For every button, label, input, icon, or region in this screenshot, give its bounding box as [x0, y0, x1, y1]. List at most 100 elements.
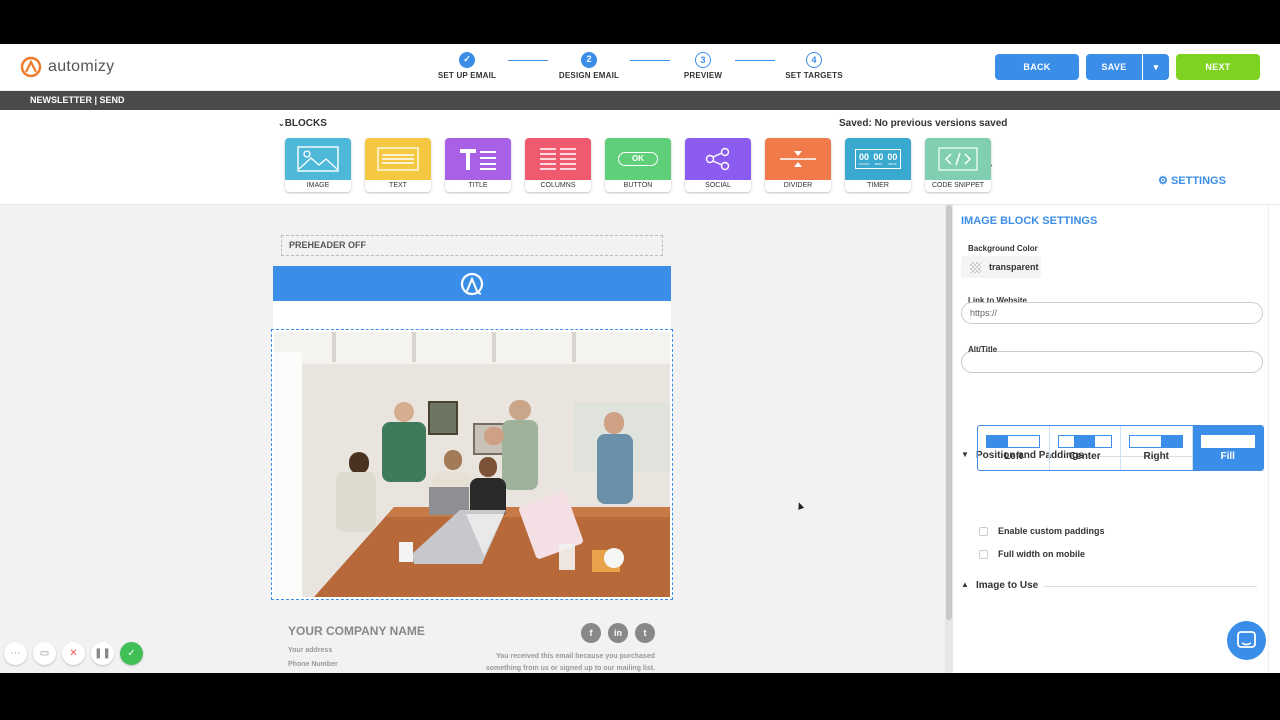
step-label: PREVIEW [683, 71, 723, 80]
position-left[interactable]: Left [978, 426, 1050, 470]
top-bar: automizy ✓ SET UP EMAIL 2 DESIGN EMAIL 3… [0, 44, 1280, 91]
scrollbar-thumb[interactable] [946, 205, 952, 620]
step-label: DESIGN EMAIL [558, 71, 620, 80]
alt-title-label: Alt/Title [968, 345, 998, 354]
settings-label: SETTINGS [1170, 175, 1226, 187]
page-scrollbar[interactable] [1268, 205, 1280, 673]
block-title[interactable]: TITLE [445, 138, 511, 192]
transparent-swatch-icon [970, 262, 981, 273]
preheader-toggle[interactable]: PREHEADER OFF [281, 235, 663, 256]
share-icon [685, 138, 751, 180]
settings-link[interactable]: ⚙ SETTINGS [1158, 174, 1226, 187]
custom-paddings-checkbox[interactable]: Enable custom paddings [979, 526, 1105, 537]
block-social[interactable]: SOCIAL [685, 138, 751, 192]
position-label: Fill [1220, 451, 1235, 462]
editor-frame: automizy ✓ SET UP EMAIL 2 DESIGN EMAIL 3… [0, 44, 1280, 673]
timer-unit: HOURS [858, 162, 870, 166]
delete-icon[interactable]: ✕ [62, 642, 85, 665]
chevron-up-icon: ▲ [961, 580, 969, 589]
confirm-icon[interactable]: ✓ [120, 642, 143, 665]
block-text[interactable]: TEXT [365, 138, 431, 192]
timer-mins: 00 [873, 152, 884, 162]
chevron-down-icon: ▼ [961, 450, 969, 459]
align-fill-icon [1200, 435, 1255, 448]
settings-panel: IMAGE BLOCK SETTINGS Background Color tr… [953, 205, 1280, 673]
alt-title-input[interactable] [961, 351, 1263, 373]
company-phone: Phone Number [288, 661, 338, 668]
email-header-block[interactable] [273, 266, 671, 301]
step-label: SET TARGETS [785, 71, 843, 80]
align-right-icon [1129, 435, 1184, 448]
timer-icon: 00 HOURS 00 MINS 00 SECS [845, 138, 911, 180]
position-label: Center [1068, 451, 1101, 462]
link-input[interactable]: https:// [961, 302, 1263, 324]
step-number: 3 [695, 52, 711, 68]
blocks-toggle[interactable]: ⌄BLOCKS [278, 118, 327, 129]
canvas-scrollbar[interactable] [945, 205, 953, 673]
email-canvas: PREHEADER OFF YOUR COMPANY NAME Your add… [0, 205, 945, 673]
image-section-header[interactable]: ▲ Image to Use [961, 580, 1257, 594]
team-photo [274, 332, 670, 597]
blocks-title: BLOCKS [284, 118, 327, 129]
footer-notice-line1: You received this email because you purc… [496, 653, 655, 660]
step-preview[interactable]: 3 PREVIEW [663, 52, 743, 80]
pause-icon[interactable]: ❚❚ [91, 642, 114, 665]
step-set-targets[interactable]: 4 SET TARGETS [774, 52, 854, 80]
code-icon [925, 138, 991, 180]
step-connector [508, 60, 548, 61]
text-icon [365, 138, 431, 180]
block-label: TITLE [468, 182, 488, 189]
block-label: TEXT [389, 182, 407, 189]
logo-text: automizy [48, 58, 115, 75]
chevron-down-icon: ⌄ [278, 119, 285, 128]
position-center[interactable]: Center [1050, 426, 1121, 470]
block-label: TIMER [867, 182, 889, 189]
position-label: Right [1143, 451, 1170, 462]
automizy-logo-icon [20, 56, 42, 78]
caret-down-icon: ▾ [1153, 62, 1159, 72]
linkedin-icon[interactable]: in [608, 623, 628, 643]
full-width-mobile-checkbox[interactable]: Full width on mobile [979, 549, 1085, 560]
chat-button[interactable] [1227, 621, 1266, 660]
image-block-selected[interactable] [271, 329, 673, 600]
position-fill[interactable]: Fill [1192, 426, 1263, 470]
next-button[interactable]: NEXT [1176, 54, 1260, 80]
block-columns[interactable]: COLUMNS [525, 138, 591, 192]
more-icon[interactable]: ⋯ [4, 642, 27, 665]
timer-unit: MINS [874, 162, 883, 166]
save-status: Saved: No previous versions saved [839, 118, 1008, 129]
logo[interactable]: automizy [20, 56, 114, 78]
save-button[interactable]: SAVE [1086, 54, 1142, 80]
image-icon [285, 138, 351, 180]
email-spacer [273, 301, 671, 329]
gear-icon: ⚙ [1158, 175, 1168, 187]
block-image[interactable]: IMAGE [285, 138, 351, 192]
align-left-icon [986, 435, 1041, 448]
block-code-snippet[interactable]: CODE SNIPPET [925, 138, 991, 192]
save-dropdown-button[interactable]: ▾ [1143, 54, 1169, 80]
checkbox-label: Enable custom paddings [998, 526, 1105, 536]
step-number: 2 [581, 52, 597, 68]
step-set-up-email[interactable]: ✓ SET UP EMAIL [427, 52, 507, 80]
chat-icon [1237, 631, 1256, 648]
twitter-icon[interactable]: t [635, 623, 655, 643]
panel-title: IMAGE BLOCK SETTINGS [961, 215, 1098, 227]
step-design-email[interactable]: 2 DESIGN EMAIL [549, 52, 629, 80]
footer-notice-line2: something from us or signed up to our ma… [485, 665, 655, 672]
company-name: YOUR COMPANY NAME [288, 624, 425, 638]
block-label: IMAGE [306, 182, 330, 189]
background-color-value: transparent [989, 262, 1039, 272]
position-label: Left [1004, 451, 1023, 462]
back-button[interactable]: BACK [995, 54, 1079, 80]
block-divider[interactable]: DIVIDER [765, 138, 831, 192]
block-timer[interactable]: 00 HOURS 00 MINS 00 SECS TIMER [845, 138, 911, 192]
background-color-picker[interactable]: transparent [961, 256, 1041, 278]
duplicate-icon[interactable]: ▭ [33, 642, 56, 665]
position-right[interactable]: Right [1121, 426, 1193, 470]
block-button[interactable]: OK BUTTON [605, 138, 671, 192]
timer-unit: SECS [888, 162, 897, 166]
wizard-steps: ✓ SET UP EMAIL 2 DESIGN EMAIL 3 PREVIEW … [430, 52, 850, 84]
background-color-label: Background Color [968, 244, 1038, 253]
facebook-icon[interactable]: f [581, 623, 601, 643]
button-icon-text: OK [618, 152, 658, 166]
